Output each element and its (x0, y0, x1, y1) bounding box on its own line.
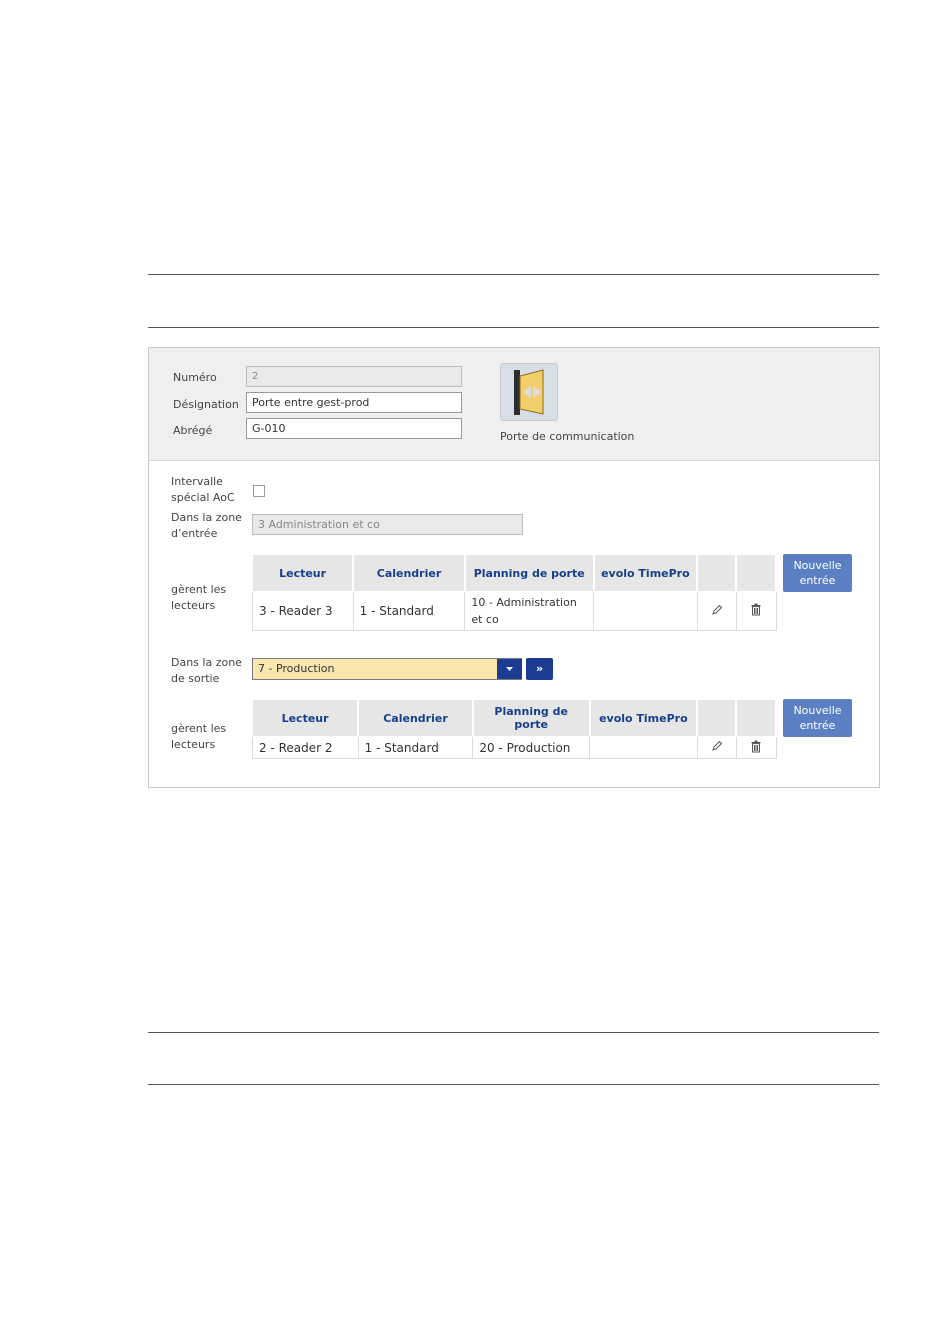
cell-calendrier: 1 - Standard (357, 736, 474, 759)
door-icon[interactable] (500, 363, 558, 421)
exit-readers-label-line1: gèrent les (171, 722, 227, 735)
entry-readers-label-line1: gèrent les (171, 583, 227, 596)
new-entry-button-entry[interactable]: Nouvelle entrée (783, 554, 852, 592)
pencil-icon[interactable] (711, 604, 723, 619)
edit-cell (696, 591, 737, 631)
trash-icon[interactable] (750, 740, 762, 756)
separator-line-2 (148, 327, 879, 328)
entry-readers-table: Lecteur Calendrier Planning de porte evo… (252, 554, 777, 631)
column-header-calendrier[interactable]: Calendrier (357, 699, 474, 737)
cell-planning-line2: et co (471, 613, 499, 626)
door-header-section: Numéro 2 Désignation Porte entre gest-pr… (149, 348, 879, 461)
door-type-caption: Porte de communication (500, 430, 635, 443)
entry-zone-field: 3 Administration et co (252, 514, 523, 535)
exit-zone-label-line1: Dans la zone (171, 656, 242, 669)
exit-readers-table: Lecteur Calendrier Planning de porte evo… (252, 699, 777, 759)
new-entry-label-line2: entrée (799, 719, 836, 732)
separator-line-1 (148, 274, 879, 275)
cell-planning: 10 - Administration et co (464, 591, 595, 631)
edit-cell (696, 736, 737, 759)
new-entry-label-line1: Nouvelle (793, 704, 842, 717)
delete-cell (735, 591, 777, 631)
exit-zone-label-line2: de sortie (171, 672, 220, 685)
new-entry-button-exit[interactable]: Nouvelle entrée (783, 699, 852, 737)
table-header-row: Lecteur Calendrier Planning de porte evo… (252, 554, 777, 592)
table-header-row: Lecteur Calendrier Planning de porte evo… (252, 699, 777, 737)
column-header-delete (735, 554, 777, 592)
entry-readers-label-line2: lecteurs (171, 599, 216, 612)
new-entry-label-line1: Nouvelle (793, 559, 842, 572)
entry-zone-label-line1: Dans la zone (171, 511, 242, 524)
cell-planning: 20 - Production (472, 736, 591, 759)
cell-lecteur: 3 - Reader 3 (252, 591, 354, 631)
chevron-down-icon (506, 667, 513, 671)
exit-zone-select[interactable]: 7 - Production (252, 658, 522, 680)
separator-line-3 (148, 1032, 879, 1033)
trash-icon[interactable] (750, 603, 762, 619)
numero-label: Numéro (173, 371, 217, 384)
cell-timepro (593, 591, 698, 631)
column-header-lecteur[interactable]: Lecteur (252, 699, 360, 737)
separator-line-4 (148, 1084, 879, 1085)
column-header-edit (696, 554, 738, 592)
column-header-lecteur[interactable]: Lecteur (252, 554, 355, 592)
cell-lecteur: 2 - Reader 2 (252, 736, 359, 759)
abrege-label: Abrégé (173, 424, 213, 437)
dropdown-caret-button[interactable] (497, 659, 522, 679)
cell-timepro (589, 736, 698, 759)
column-header-timepro[interactable]: evolo TimePro (589, 699, 699, 737)
designation-label: Désignation (173, 398, 239, 411)
intervalle-label-line1: Intervalle (171, 475, 223, 488)
designation-field[interactable]: Porte entre gest-prod (246, 392, 462, 413)
intervalle-checkbox[interactable] (253, 485, 265, 497)
column-header-edit (696, 699, 738, 737)
pencil-icon[interactable] (711, 740, 723, 755)
cell-planning-line1: 10 - Administration (471, 596, 577, 609)
column-header-calendrier[interactable]: Calendrier (352, 554, 466, 592)
exit-readers-label-line2: lecteurs (171, 738, 216, 751)
table-row[interactable]: 2 - Reader 2 1 - Standard 20 - Productio… (252, 736, 777, 759)
door-form-panel: Numéro 2 Désignation Porte entre gest-pr… (148, 347, 880, 788)
column-header-timepro[interactable]: evolo TimePro (593, 554, 699, 592)
cell-calendrier: 1 - Standard (352, 591, 466, 631)
numero-field: 2 (246, 366, 462, 387)
new-entry-label-line2: entrée (799, 574, 836, 587)
delete-cell (735, 736, 777, 759)
table-row[interactable]: 3 - Reader 3 1 - Standard 10 - Administr… (252, 591, 777, 631)
intervalle-label-line2: spécial AoC (171, 491, 235, 504)
entry-zone-label-line2: d’entrée (171, 527, 218, 540)
goto-zone-button[interactable]: » (526, 658, 553, 680)
column-header-planning[interactable]: Planning de porte (464, 554, 595, 592)
column-header-delete (735, 699, 777, 737)
abrege-field[interactable]: G-010 (246, 418, 462, 439)
column-header-planning[interactable]: Planning de porte (472, 699, 591, 737)
